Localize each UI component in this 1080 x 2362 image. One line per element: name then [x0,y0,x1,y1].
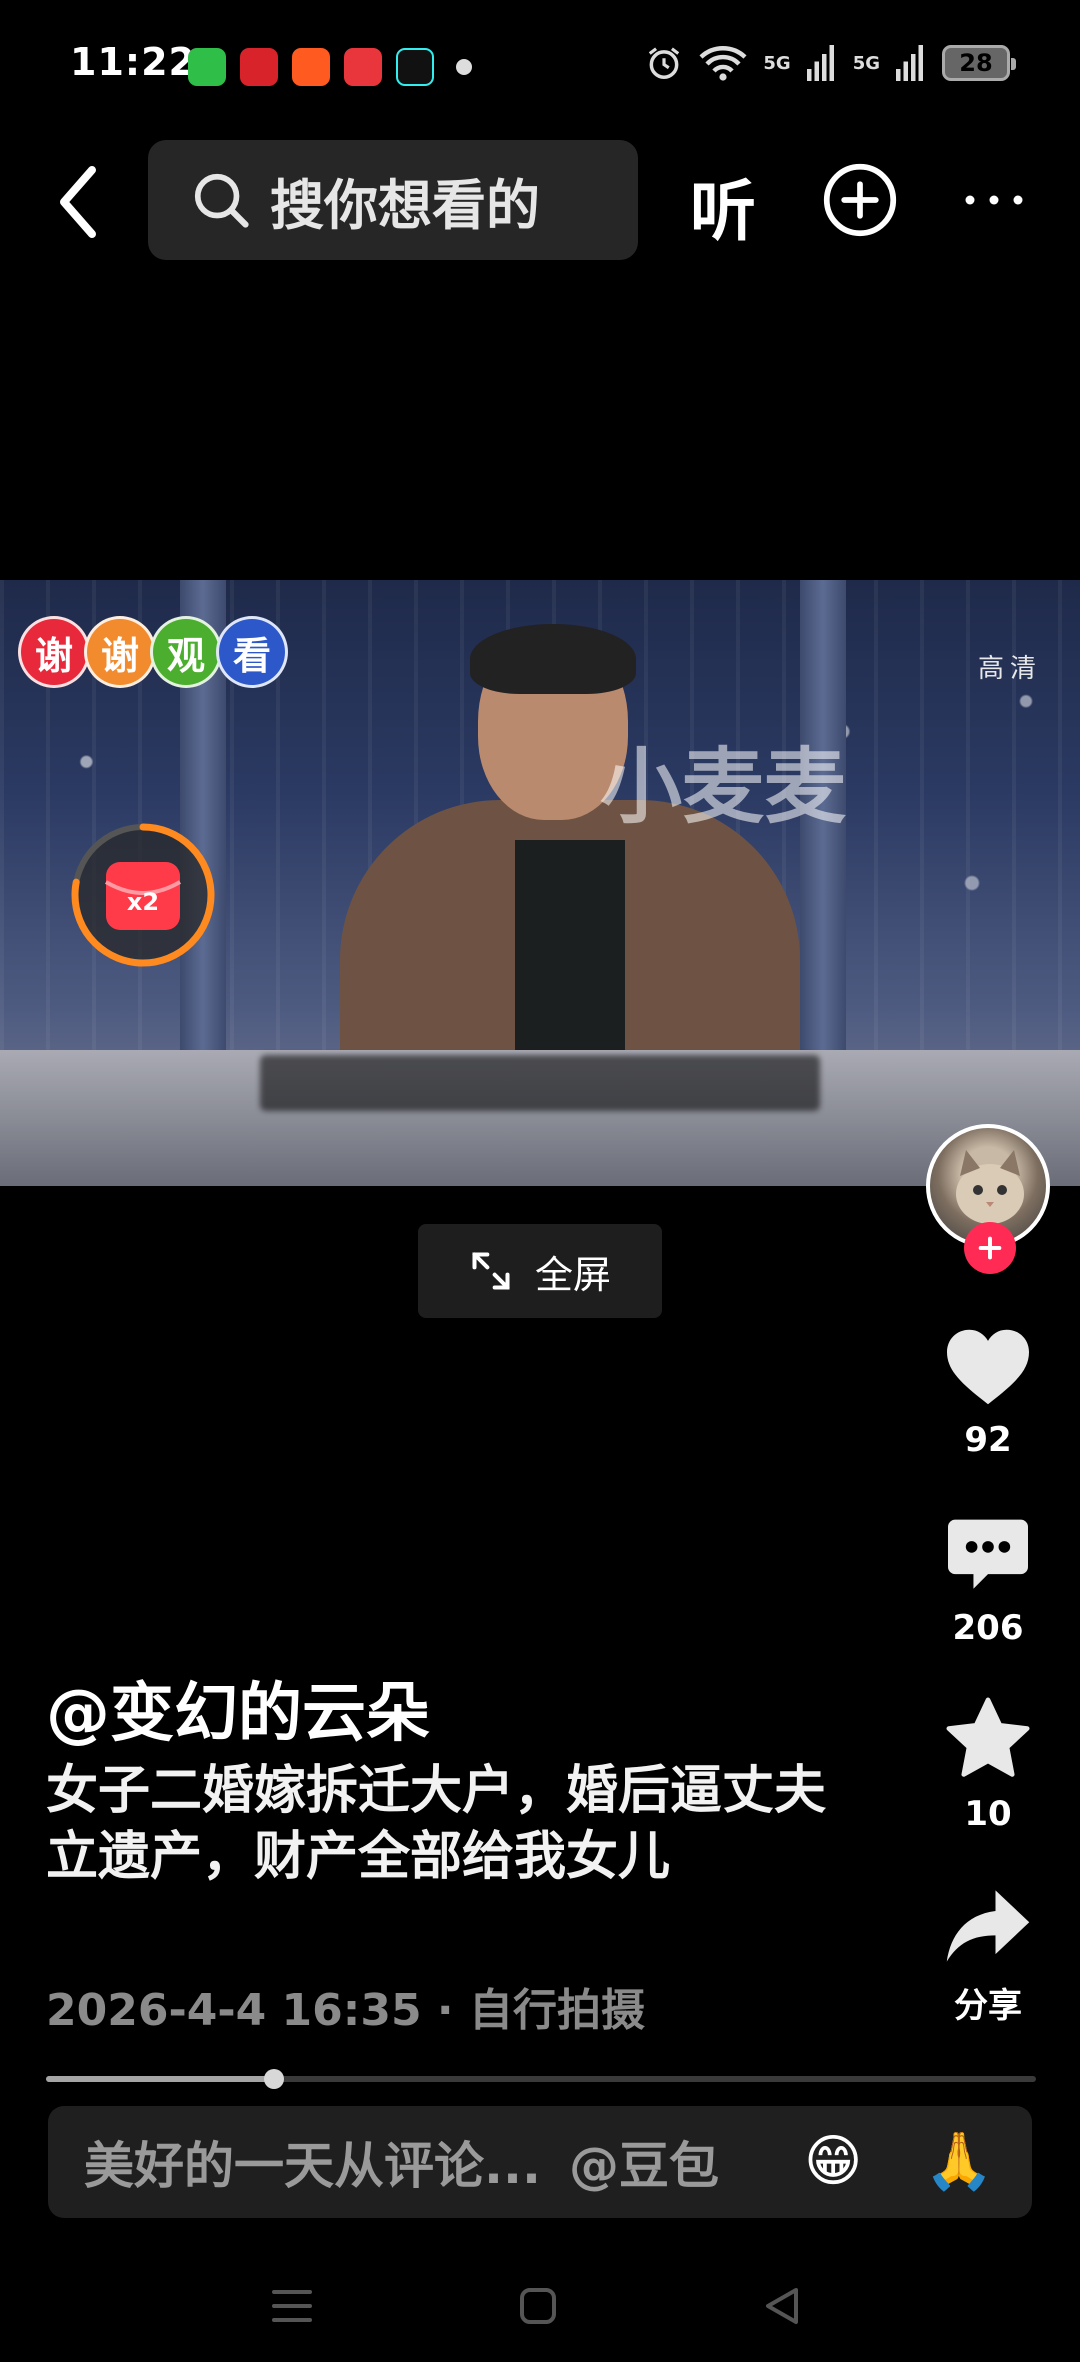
top-bar: 搜你想看的 听 [0,140,1080,260]
search-icon [194,173,249,228]
network-type-1: 5G [763,52,791,74]
tiktok-icon [396,48,434,86]
thanks-badges: 谢 谢 观 看 [18,616,288,688]
share-label: 分享 [954,1986,1022,2026]
add-circle-button[interactable] [822,162,898,238]
reward-timer-button[interactable]: x2 [68,820,218,970]
comment-placeholder: 美好的一天从评论... [84,2137,541,2195]
badge-char: 看 [216,616,288,688]
app-hearts-icon [240,48,278,86]
author-name[interactable]: @变幻的云朵 [46,1662,430,1754]
status-right: 5G 5G 28 [645,44,1016,82]
person-hair [470,624,636,694]
badge-char: 谢 [84,616,156,688]
back-nav-button[interactable] [754,2278,810,2334]
favorite-button[interactable]: 10 [928,1696,1048,1834]
listen-button[interactable]: 听 [690,158,756,254]
reward-multiplier: x2 [127,888,159,916]
grin-emoji-button[interactable]: 😁 [804,2106,862,2218]
heart-icon [947,1329,1029,1405]
signal-icon-1 [806,45,834,81]
post-meta: 2026-4-4 16:35 · 自行拍摄 [46,1985,645,2036]
mention-doubao-button[interactable]: @豆包 [569,2126,719,2198]
square-icon [520,2288,556,2324]
expand-icon [472,1252,510,1290]
playback-progress-knob[interactable] [263,2069,284,2089]
pray-emoji-button[interactable]: 🙏 [924,2106,994,2218]
badge-char: 谢 [18,616,90,688]
playback-progress-fill [46,2076,274,2082]
menu-nav-button[interactable] [264,2278,320,2334]
signal-icon-2 [896,45,923,81]
triangle-back-icon [766,2288,798,2324]
back-button[interactable] [48,162,108,242]
status-time: 11:22 [70,40,196,84]
taobao-icon [292,48,330,86]
network-type-2: 5G [852,52,880,74]
author-avatar-group [926,1124,1054,1274]
video-watermark: 小麦麦 [600,740,847,835]
more-options-button[interactable] [956,160,1032,240]
fullscreen-button[interactable]: 全屏 [418,1224,662,1318]
like-button[interactable]: 92 [928,1326,1048,1460]
share-button[interactable]: 分享 [928,1886,1048,2027]
favorite-count: 10 [964,1794,1012,1834]
hamburger-icon [272,2290,312,2322]
quality-label[interactable]: 高清 [978,648,1042,685]
comment-count: 206 [952,1608,1024,1648]
search-input[interactable]: 搜你想看的 [148,140,638,260]
more-notifications-dot [456,59,472,75]
ellipsis-icon [965,195,1023,205]
search-placeholder: 搜你想看的 [270,173,540,237]
chevron-left-icon [60,166,96,238]
star-icon [946,1697,1030,1777]
comment-button[interactable]: 206 [928,1516,1048,1648]
video-player[interactable]: 小麦麦 高清 谢 谢 观 看 x2 [0,580,1080,1186]
share-arrow-icon [946,1890,1030,1962]
comment-bubble-icon [948,1519,1028,1589]
wechat-icon [188,48,226,86]
plus-icon [978,1236,1002,1260]
alarm-icon [649,47,680,79]
playback-progress-bar[interactable] [46,2069,1036,2089]
wifi-icon [699,46,747,81]
like-count: 92 [964,1420,1012,1460]
battery-icon: 28 [942,45,1016,81]
home-nav-button[interactable] [510,2278,566,2334]
video-app-icon [344,48,382,86]
badge-char: 观 [150,616,222,688]
post-caption[interactable]: 女子二婚嫁拆迁大户，婚后逼丈夫立遗产，财产全部给我女儿 [46,1758,826,1890]
follow-button[interactable] [964,1222,1016,1274]
fullscreen-label: 全屏 [534,1252,611,1297]
status-bar: 11:22 5G 5G 28 [0,0,1080,130]
system-nav-bar [0,2250,1080,2362]
battery-level: 28 [959,49,993,77]
blurred-subtitle [260,1055,820,1111]
notification-icons [188,48,472,86]
comment-input[interactable]: 美好的一天从评论... @豆包 😁 🙏 [48,2106,1032,2218]
